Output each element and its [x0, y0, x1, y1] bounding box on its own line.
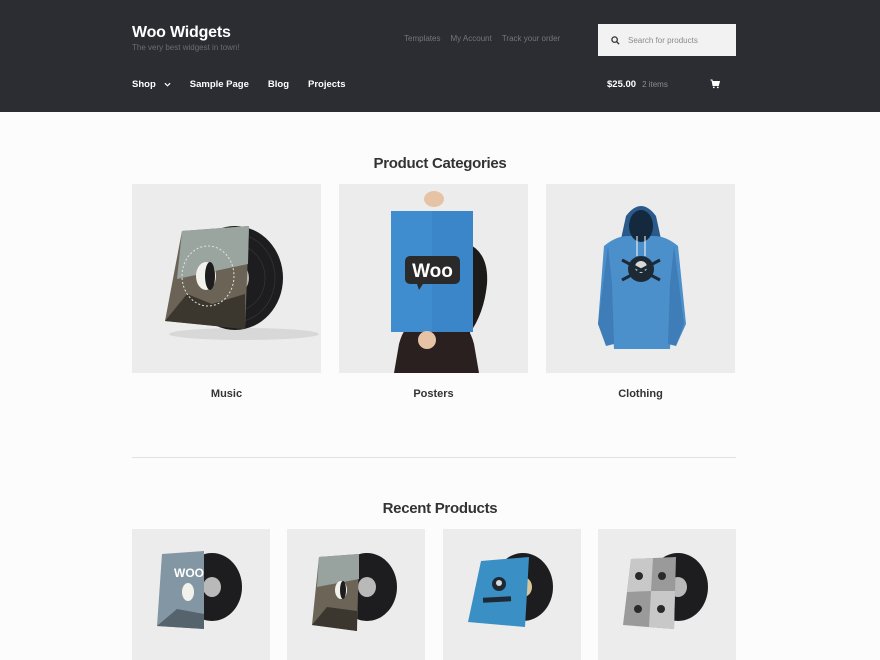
- svg-text:Woo: Woo: [412, 261, 453, 282]
- site-header: Woo Widgets The very best widgest in tow…: [0, 0, 880, 112]
- cart-count: 2 items: [642, 80, 668, 89]
- product-card-blue-album[interactable]: [443, 529, 581, 660]
- nav-item-shop-label: Shop: [132, 79, 156, 90]
- search-box[interactable]: [598, 24, 736, 56]
- ninja-album-image: [623, 553, 708, 629]
- section-divider: [132, 457, 736, 458]
- product-card-woo-album[interactable]: WOO: [132, 529, 270, 660]
- nav-item-blog[interactable]: Blog: [268, 79, 289, 90]
- nav-item-projects[interactable]: Projects: [308, 79, 346, 90]
- blue-woothemes-album-image: [468, 553, 553, 627]
- blue-hoodie-image: [598, 206, 686, 349]
- category-music-label[interactable]: Music: [132, 388, 321, 400]
- header-cart[interactable]: $25.00 2 items: [607, 79, 720, 90]
- nav-link-my-account[interactable]: My Account: [450, 34, 491, 43]
- category-clothing-label[interactable]: Clothing: [546, 388, 735, 400]
- site-description: The very best widgest in town!: [132, 43, 240, 52]
- site-title[interactable]: Woo Widgets: [132, 24, 231, 42]
- product-categories-heading: Product Categories: [373, 155, 507, 172]
- nav-link-templates[interactable]: Templates: [404, 34, 440, 43]
- nav-item-shop[interactable]: Shop: [132, 79, 171, 90]
- category-clothing-image[interactable]: [546, 184, 735, 373]
- nav-item-sample-page[interactable]: Sample Page: [190, 79, 249, 90]
- category-posters-image[interactable]: Woo: [339, 184, 528, 373]
- chevron-down-icon: [164, 82, 171, 87]
- svg-text:WOO: WOO: [174, 566, 204, 580]
- primary-nav: Shop Sample Page Blog Projects: [132, 79, 365, 90]
- vinyl-record-image: [165, 226, 319, 340]
- search-icon: [611, 35, 620, 45]
- product-card-ninja-album[interactable]: [598, 529, 736, 660]
- woo-album-image: WOO: [157, 551, 242, 629]
- cart-icon: [710, 79, 720, 89]
- product-card-woothemes-album[interactable]: [287, 529, 425, 660]
- woothemes-album-image: [312, 553, 397, 631]
- search-input[interactable]: [628, 35, 728, 45]
- woo-poster-image: Woo: [391, 191, 488, 373]
- category-music-image[interactable]: [132, 184, 321, 373]
- nav-link-track-order[interactable]: Track your order: [502, 34, 560, 43]
- category-posters-label[interactable]: Posters: [339, 388, 528, 400]
- cart-amount: $25.00: [607, 79, 637, 90]
- recent-products-heading: Recent Products: [382, 500, 498, 517]
- secondary-nav: Templates My Account Track your order: [404, 34, 560, 43]
